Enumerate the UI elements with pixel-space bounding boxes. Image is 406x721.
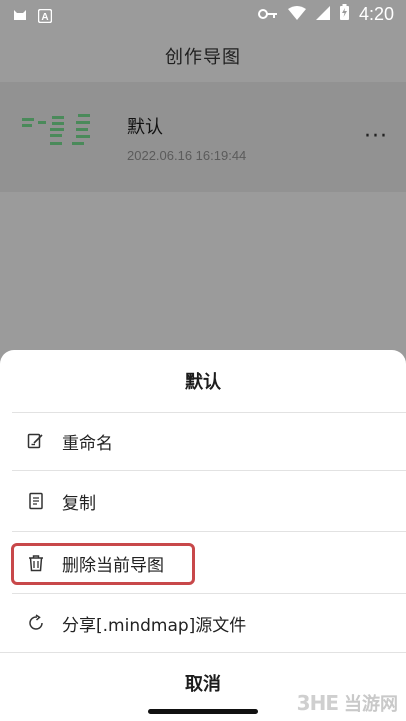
- rename-option[interactable]: 重命名: [0, 412, 406, 470]
- mindmap-title: 默认: [127, 117, 163, 138]
- page-title: 创作导图: [0, 30, 406, 82]
- mindmap-list-item[interactable]: 默认 2022.06.16 16:19:44 ···: [0, 82, 406, 192]
- watermark-logo: 3HE: [296, 691, 339, 715]
- mindmap-thumbnail-icon: [20, 112, 110, 162]
- divider: [12, 531, 406, 532]
- status-time: 4:20: [358, 4, 394, 24]
- cat-icon: [12, 7, 28, 27]
- share-source-option-label: 分享[.mindmap]源文件: [62, 615, 247, 636]
- home-indicator[interactable]: [148, 709, 258, 714]
- more-icon[interactable]: ···: [364, 124, 388, 149]
- battery-charging-icon: [339, 4, 349, 25]
- a-badge-icon: A: [37, 8, 53, 27]
- status-left: A: [12, 7, 53, 27]
- action-sheet: 默认 重命名 复制 删除当前导图 分享[.mindmap]源文件 取消: [0, 350, 406, 721]
- svg-text:A: A: [41, 12, 48, 23]
- wifi-icon: [287, 4, 306, 25]
- share-icon: [26, 613, 46, 633]
- divider: [0, 652, 406, 653]
- status-bar: A 4:20: [0, 0, 406, 30]
- vpn-key-icon: [257, 4, 278, 25]
- status-right: 4:20: [257, 4, 394, 25]
- share-source-option[interactable]: 分享[.mindmap]源文件: [0, 594, 406, 652]
- signal-icon: [315, 4, 330, 25]
- mindmap-date: 2022.06.16 16:19:44: [127, 148, 247, 163]
- watermark: 3HE 当游网: [297, 690, 398, 716]
- sheet-title: 默认: [185, 372, 221, 393]
- copy-icon: [26, 491, 46, 511]
- delete-option-highlight: [11, 543, 195, 585]
- watermark-text: 当游网: [344, 694, 398, 715]
- copy-option[interactable]: 复制: [0, 472, 406, 530]
- rename-option-label: 重命名: [62, 433, 113, 454]
- edit-icon: [26, 431, 46, 451]
- divider: [12, 470, 406, 471]
- copy-option-label: 复制: [62, 493, 96, 514]
